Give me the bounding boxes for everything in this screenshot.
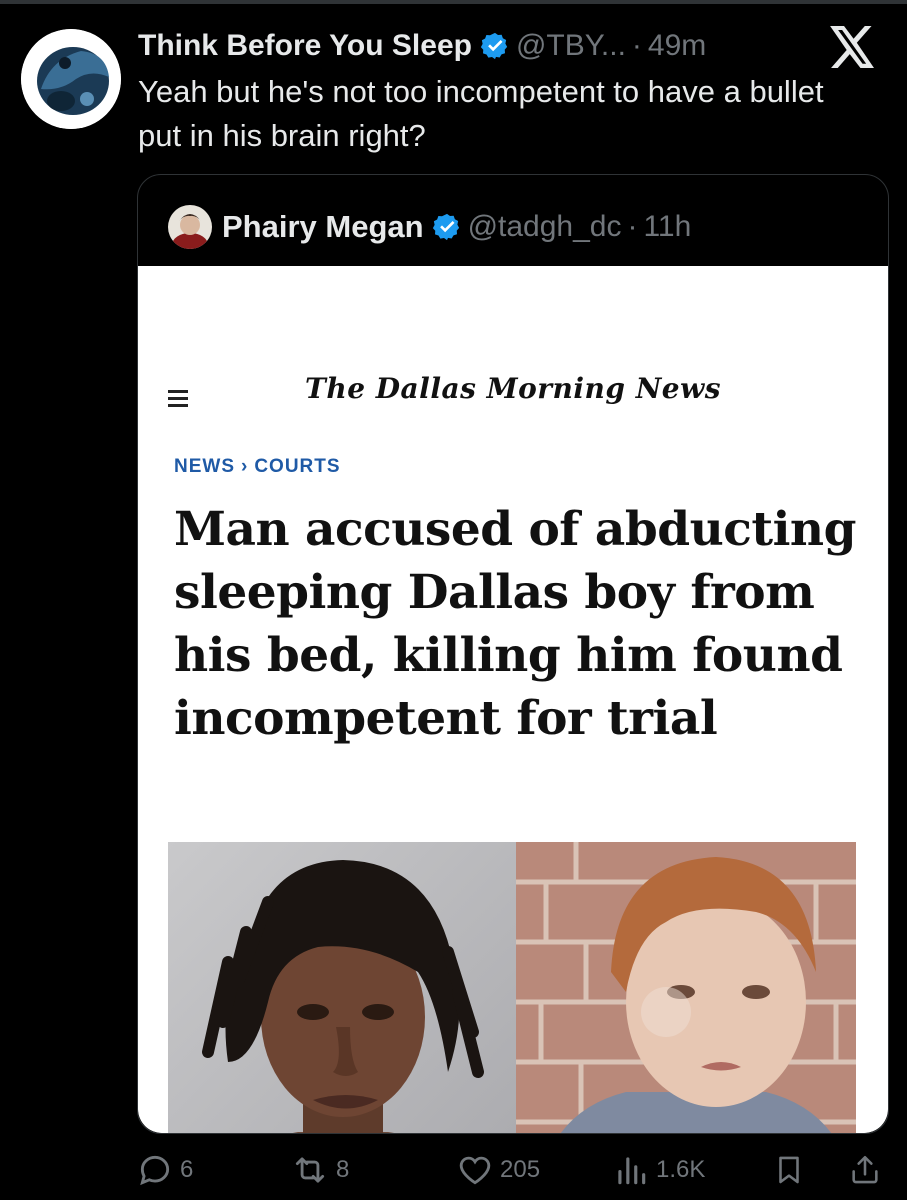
mugshot-photo bbox=[168, 842, 516, 1133]
tweet-text: Yeah but he's not too incompetent to hav… bbox=[138, 74, 824, 153]
breadcrumb-news: NEWS bbox=[174, 456, 235, 477]
views-count: 1.6K bbox=[656, 1156, 706, 1183]
reply-icon bbox=[140, 1155, 170, 1186]
quoted-author-name[interactable]: Phairy Megan bbox=[222, 209, 424, 245]
share-icon bbox=[852, 1155, 878, 1184]
quoted-header: Phairy Megan @tadgh_dc · 11h bbox=[168, 199, 691, 255]
hamburger-menu-icon bbox=[168, 390, 188, 408]
child-photo bbox=[516, 842, 856, 1133]
retweet-icon bbox=[295, 1157, 325, 1183]
author-handle[interactable]: @TBY... bbox=[516, 29, 626, 63]
article-headline: Man accused of abducting sleeping Dallas… bbox=[174, 502, 856, 746]
yin-yang-stone-icon bbox=[21, 29, 121, 129]
bookmark-icon bbox=[779, 1156, 799, 1184]
tweet-header: Think Before You Sleep @TBY... · 49m bbox=[138, 24, 706, 68]
newspaper-masthead: The Dallas Morning News bbox=[305, 372, 721, 405]
avatar-image bbox=[168, 205, 212, 249]
retweet-count: 8 bbox=[336, 1156, 350, 1183]
retweet-button[interactable]: 8 bbox=[290, 1150, 349, 1190]
heart-icon bbox=[459, 1156, 491, 1185]
article-screenshot[interactable]: The Dallas Morning News NEWS › COURTS Man … bbox=[138, 266, 888, 1133]
header-separator: · bbox=[631, 29, 642, 62]
top-divider bbox=[0, 0, 907, 4]
breadcrumb-courts: COURTS bbox=[254, 456, 341, 477]
author-name[interactable]: Think Before You Sleep bbox=[138, 29, 472, 63]
quoted-time[interactable]: 11h bbox=[643, 210, 691, 244]
x-logo-icon[interactable] bbox=[830, 26, 876, 68]
author-avatar[interactable] bbox=[21, 29, 121, 129]
quoted-separator: · bbox=[627, 210, 638, 243]
verified-badge-icon bbox=[432, 213, 459, 241]
like-button[interactable]: 205 bbox=[456, 1150, 540, 1190]
share-button[interactable] bbox=[848, 1150, 888, 1190]
article-photos bbox=[168, 842, 856, 1133]
verified-badge-icon bbox=[480, 32, 508, 60]
analytics-icon bbox=[618, 1157, 646, 1185]
bookmark-button[interactable] bbox=[772, 1150, 812, 1190]
views-button[interactable]: 1.6K bbox=[612, 1150, 705, 1190]
chevron-right-icon: › bbox=[241, 456, 249, 477]
quoted-tweet[interactable]: Phairy Megan @tadgh_dc · 11h The Dallas … bbox=[137, 174, 889, 1134]
quoted-author-avatar[interactable] bbox=[168, 205, 212, 249]
reply-count: 6 bbox=[180, 1156, 194, 1183]
like-count: 205 bbox=[500, 1156, 541, 1183]
tweet-actions: 6 8 205 1.6K bbox=[0, 1150, 907, 1190]
reply-button[interactable]: 6 bbox=[136, 1150, 193, 1190]
breadcrumb: NEWS › COURTS bbox=[174, 456, 341, 478]
quoted-author-handle[interactable]: @tadgh_dc bbox=[468, 210, 622, 244]
tweet-time[interactable]: 49m bbox=[648, 29, 706, 63]
